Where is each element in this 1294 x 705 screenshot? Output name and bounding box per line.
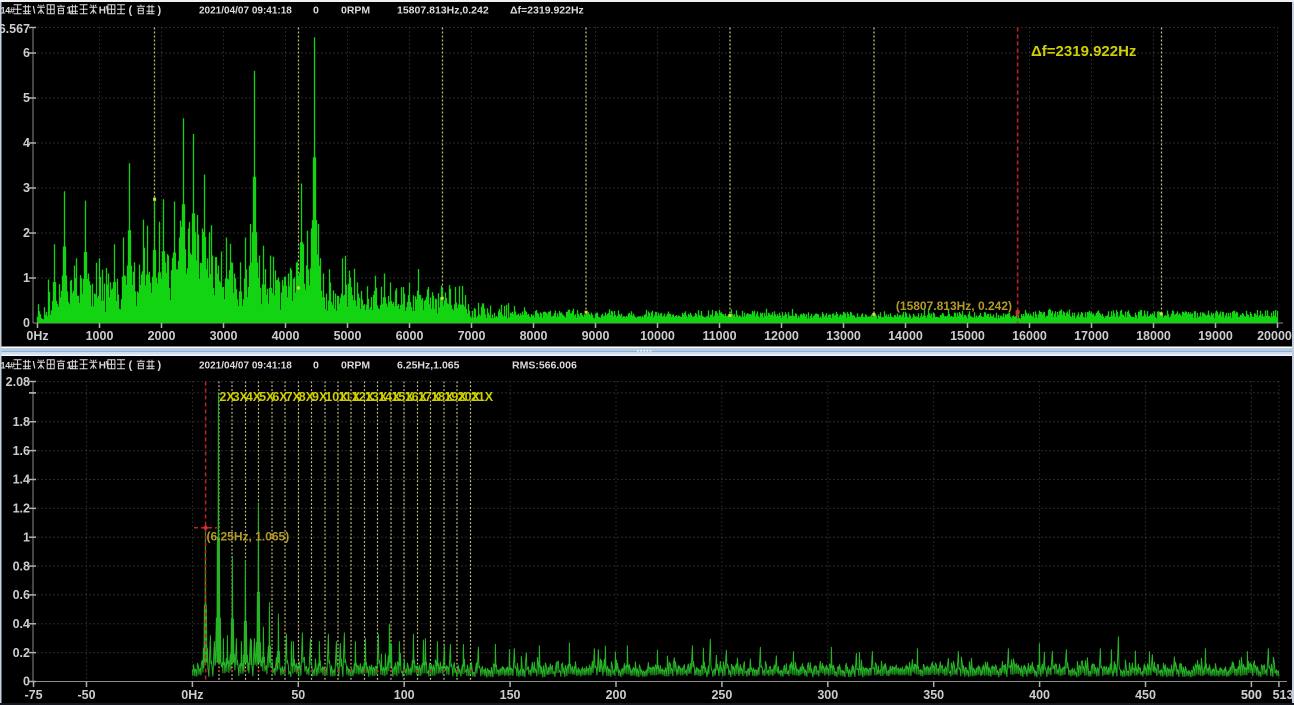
- svg-text:14000: 14000: [888, 329, 923, 343]
- svg-text:16000: 16000: [1012, 329, 1047, 343]
- svg-text:4: 4: [23, 136, 30, 150]
- svg-text:300: 300: [817, 688, 838, 702]
- svg-text:14#: 14#: [1, 6, 15, 16]
- svg-text:500: 500: [1241, 688, 1262, 702]
- svg-text:2.08: 2.08: [6, 375, 30, 389]
- svg-text:14#: 14#: [1, 361, 15, 371]
- svg-text:0: 0: [313, 360, 319, 372]
- svg-text:-75: -75: [24, 688, 42, 702]
- svg-text:15807.813Hz,0.242: 15807.813Hz,0.242: [397, 5, 489, 17]
- svg-text:6.25Hz,1.065: 6.25Hz,1.065: [397, 360, 460, 372]
- svg-text:1.4: 1.4: [13, 473, 30, 487]
- svg-text:0: 0: [23, 675, 30, 689]
- svg-text:1.8: 1.8: [13, 415, 30, 429]
- svg-text:100: 100: [394, 688, 415, 702]
- svg-text:1.6: 1.6: [13, 444, 30, 458]
- svg-text:11000: 11000: [702, 329, 736, 343]
- svg-text:250: 250: [711, 688, 732, 702]
- svg-text:RMS:566.006: RMS:566.006: [512, 360, 577, 372]
- svg-text:4000: 4000: [272, 329, 300, 343]
- svg-text:6: 6: [23, 46, 30, 60]
- svg-text:17000: 17000: [1074, 329, 1109, 343]
- svg-text:0.4: 0.4: [13, 617, 30, 631]
- svg-text:3: 3: [23, 181, 30, 195]
- svg-text:8000: 8000: [520, 329, 548, 343]
- svg-text:5000: 5000: [334, 329, 362, 343]
- svg-text:): ): [158, 5, 162, 17]
- svg-text:-50: -50: [77, 688, 95, 702]
- svg-text:0.2: 0.2: [13, 646, 30, 660]
- svg-text:Δf=2319.922Hz: Δf=2319.922Hz: [1031, 43, 1136, 60]
- svg-text:2021/04/07 09:41:18: 2021/04/07 09:41:18: [199, 361, 292, 372]
- svg-text:2021/04/07 09:41:18: 2021/04/07 09:41:18: [199, 6, 292, 17]
- svg-text:50: 50: [291, 688, 305, 702]
- svg-text:2: 2: [23, 226, 30, 240]
- svg-text:0.6: 0.6: [13, 588, 30, 602]
- svg-text:513: 513: [1273, 688, 1294, 702]
- svg-text:0RPM: 0RPM: [341, 360, 370, 372]
- svg-text:1: 1: [66, 6, 72, 17]
- svg-text:3000: 3000: [210, 329, 238, 343]
- svg-text:13000: 13000: [826, 329, 861, 343]
- svg-text:0.8: 0.8: [13, 559, 30, 573]
- svg-text:H\: H\: [99, 6, 109, 17]
- svg-text:0Hz: 0Hz: [181, 688, 203, 702]
- svg-text:(: (: [129, 5, 133, 17]
- svg-text:0: 0: [313, 5, 319, 17]
- svg-text:(15807.813Hz, 0.242): (15807.813Hz, 0.242): [896, 299, 1012, 313]
- svg-text:150: 150: [500, 688, 521, 702]
- svg-text:21X: 21X: [471, 390, 494, 404]
- svg-text:\: \: [33, 6, 36, 17]
- svg-text:200: 200: [606, 688, 627, 702]
- svg-text:0RPM: 0RPM: [341, 5, 370, 17]
- svg-text:0Hz: 0Hz: [26, 329, 48, 343]
- svg-text:400: 400: [1029, 688, 1050, 702]
- svg-text:9000: 9000: [582, 329, 610, 343]
- svg-text:1.2: 1.2: [13, 502, 30, 516]
- svg-text:6000: 6000: [396, 329, 424, 343]
- svg-text:Δf=2319.922Hz: Δf=2319.922Hz: [510, 5, 584, 17]
- svg-text:2000: 2000: [148, 329, 176, 343]
- svg-text:): ): [158, 360, 162, 372]
- svg-text:1: 1: [23, 271, 30, 285]
- svg-text:350: 350: [923, 688, 944, 702]
- svg-text:20000: 20000: [1257, 329, 1292, 343]
- svg-text:7000: 7000: [458, 329, 486, 343]
- svg-text:5: 5: [23, 91, 30, 105]
- svg-text:450: 450: [1135, 688, 1156, 702]
- svg-text:19000: 19000: [1198, 329, 1233, 343]
- svg-text:1: 1: [66, 361, 72, 372]
- svg-text:15000: 15000: [950, 329, 985, 343]
- svg-text:1: 1: [23, 530, 30, 544]
- svg-text:\: \: [33, 361, 36, 372]
- svg-text:H\: H\: [99, 361, 109, 372]
- svg-text:18000: 18000: [1136, 329, 1171, 343]
- svg-text:(: (: [129, 360, 133, 372]
- svg-text:(6.25Hz, 1.065): (6.25Hz, 1.065): [207, 530, 290, 544]
- svg-text:1000: 1000: [86, 329, 114, 343]
- svg-text:10000: 10000: [640, 329, 675, 343]
- svg-text:12000: 12000: [764, 329, 799, 343]
- svg-text:6.567: 6.567: [0, 22, 30, 36]
